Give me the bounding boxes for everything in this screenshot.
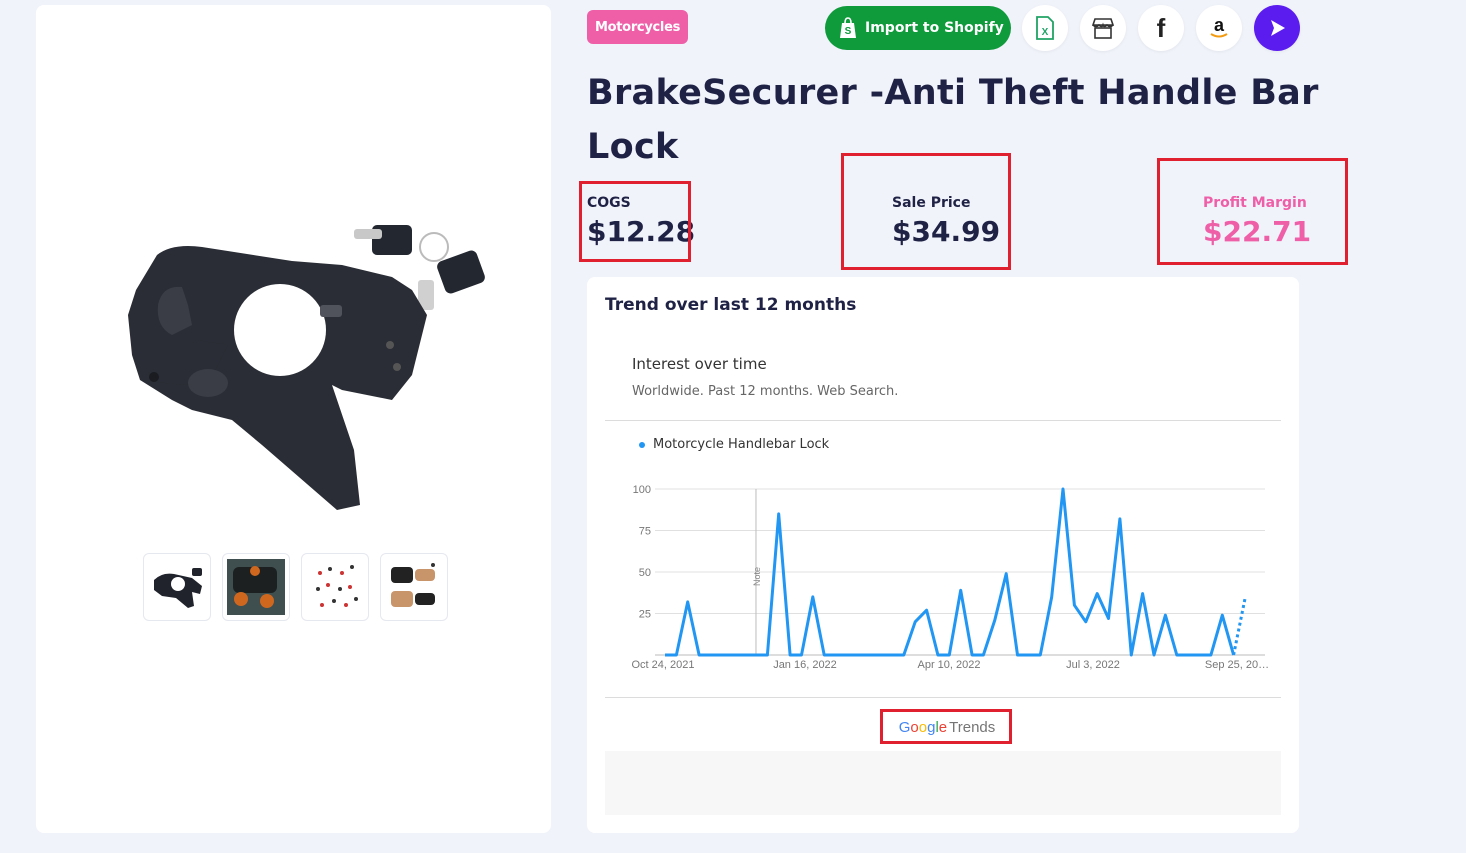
embed-footer bbox=[605, 751, 1281, 815]
store-button[interactable] bbox=[1080, 5, 1126, 51]
x-tick-label: Sep 25, 20… bbox=[1205, 659, 1269, 671]
thumbnail-image bbox=[391, 563, 435, 607]
series-line-partial bbox=[1232, 598, 1247, 656]
y-tick-label: 25 bbox=[639, 609, 651, 621]
svg-text:X: X bbox=[1042, 27, 1049, 38]
product-main-image bbox=[128, 225, 485, 510]
amazon-button[interactable]: a bbox=[1196, 5, 1242, 51]
y-tick-label: 100 bbox=[633, 484, 651, 496]
thumbnail-image bbox=[316, 565, 358, 607]
highlight-box-google-trends bbox=[880, 709, 1012, 744]
x-tick-label: Jul 3, 2022 bbox=[1066, 659, 1120, 671]
trend-heading: Trend over last 12 months bbox=[605, 295, 857, 315]
highlight-box-cogs bbox=[579, 181, 691, 262]
y-tick-label: 50 bbox=[639, 567, 651, 579]
category-badge[interactable]: Motorcycles bbox=[587, 10, 689, 44]
product-image-card bbox=[36, 5, 551, 833]
play-icon bbox=[1271, 20, 1285, 36]
thumbnail-3[interactable] bbox=[301, 553, 369, 621]
thumbnail-image bbox=[227, 559, 285, 615]
x-tick-label: Apr 10, 2022 bbox=[918, 659, 981, 671]
amazon-icon: a bbox=[1210, 15, 1228, 38]
legend-dot bbox=[639, 441, 645, 448]
thumbnail-4[interactable] bbox=[380, 553, 448, 621]
thumbnail-strip bbox=[143, 553, 448, 621]
play-video-button[interactable] bbox=[1254, 5, 1300, 51]
import-to-shopify-button[interactable]: S Import to Shopify bbox=[825, 6, 1011, 50]
x-tick-label: Jan 16, 2022 bbox=[773, 659, 837, 671]
store-icon bbox=[1091, 18, 1115, 39]
highlight-box-profit-margin bbox=[1157, 158, 1348, 265]
x-tick-label: Oct 24, 2021 bbox=[632, 659, 695, 671]
excel-export-button[interactable]: X bbox=[1022, 5, 1068, 51]
shopify-bag-icon: S bbox=[840, 17, 856, 38]
facebook-icon: f bbox=[1156, 12, 1166, 43]
highlight-box-sale-price bbox=[841, 153, 1011, 270]
y-tick-label: 75 bbox=[639, 526, 651, 538]
thumbnail-2[interactable] bbox=[222, 553, 290, 621]
divider bbox=[605, 697, 1281, 698]
facebook-button[interactable]: f bbox=[1138, 5, 1184, 51]
interest-over-time-title: Interest over time bbox=[632, 355, 767, 373]
chart-legend: Motorcycle Handlebar Lock bbox=[639, 437, 829, 452]
legend-label: Motorcycle Handlebar Lock bbox=[653, 437, 830, 452]
thumbnail-1[interactable] bbox=[143, 553, 211, 621]
excel-icon: X bbox=[1036, 16, 1054, 40]
svg-text:S: S bbox=[845, 26, 852, 37]
trend-card: Trend over last 12 months Interest over … bbox=[587, 277, 1299, 833]
annotation-label: Note bbox=[752, 567, 762, 586]
svg-text:a: a bbox=[1214, 15, 1225, 35]
thumbnail-image bbox=[154, 568, 202, 608]
divider bbox=[605, 420, 1281, 421]
import-button-label: Import to Shopify bbox=[865, 20, 1004, 36]
interest-over-time-subtitle: Worldwide. Past 12 months. Web Search. bbox=[632, 384, 899, 399]
trend-chart: 25 50 75 100 Note Oct 24, 2021 Jan 16, 2022 Apr… bbox=[632, 484, 1270, 671]
